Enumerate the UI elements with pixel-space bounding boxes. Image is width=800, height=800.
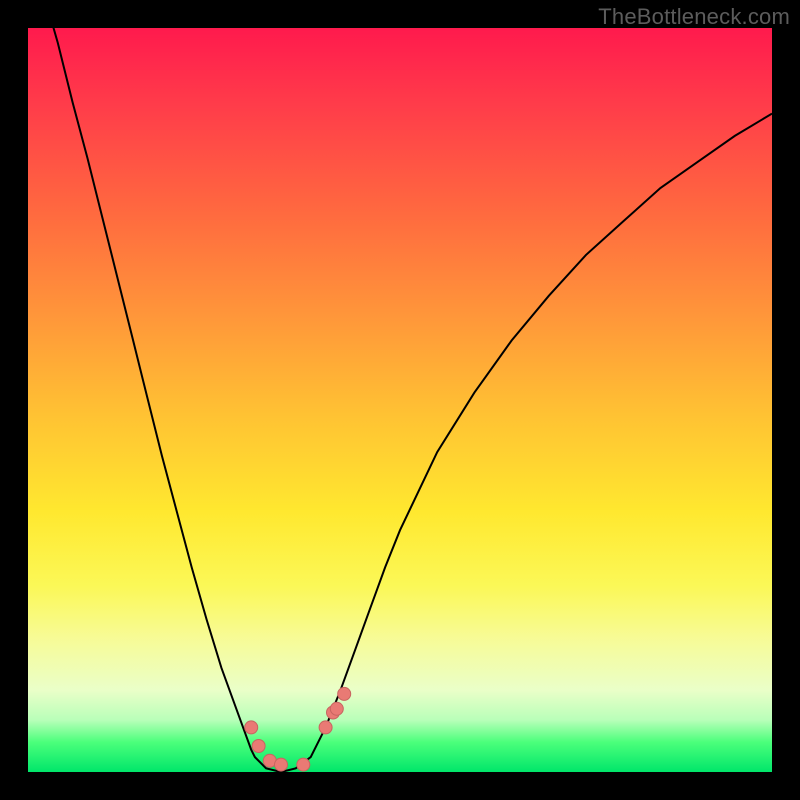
anomaly-dot [252, 740, 265, 753]
anomaly-dot [275, 758, 288, 771]
watermark-label: TheBottleneck.com [598, 4, 790, 30]
anomaly-dots [28, 28, 772, 772]
chart-plot-area [28, 28, 772, 772]
anomaly-dot [297, 758, 310, 771]
anomaly-dot [338, 687, 351, 700]
anomaly-dot [319, 721, 332, 734]
anomaly-dot [245, 721, 258, 734]
anomaly-dot [330, 702, 343, 715]
